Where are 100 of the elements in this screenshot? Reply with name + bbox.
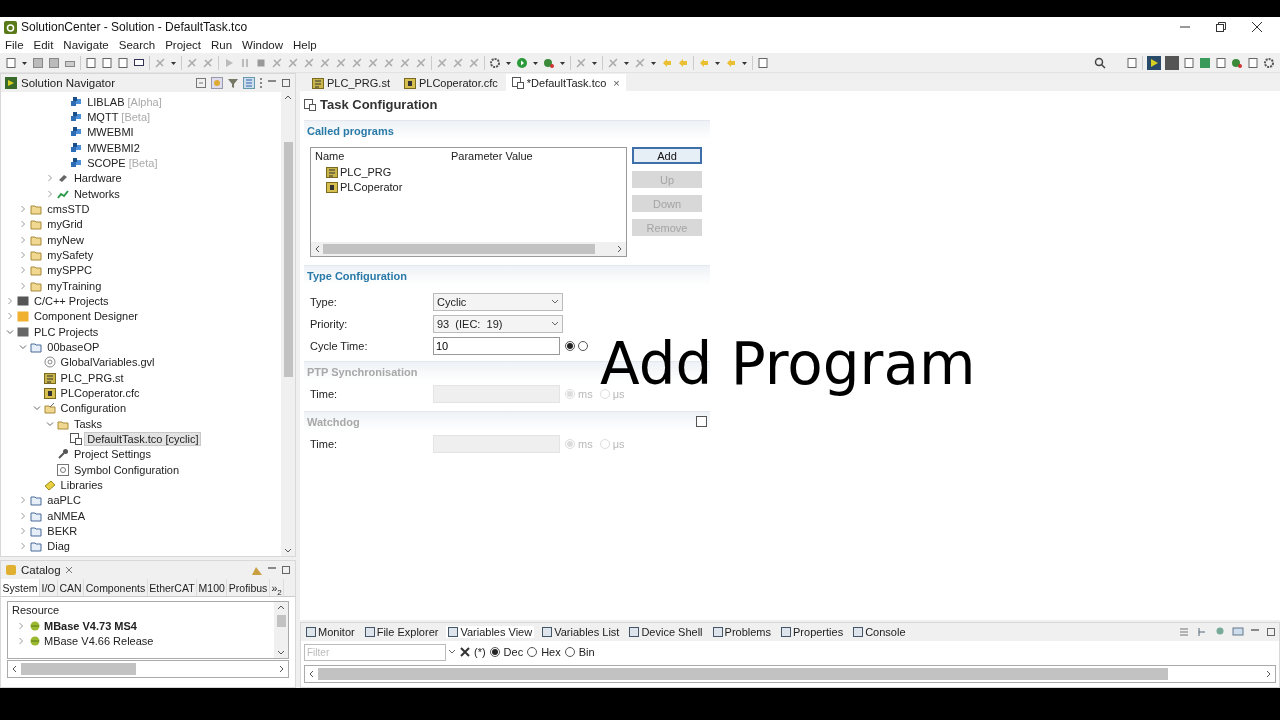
restore-icon[interactable] (1216, 22, 1226, 32)
scroll-thumb[interactable] (276, 615, 286, 627)
editor-tab[interactable]: *DefaultTask.tco × (505, 74, 626, 91)
radio-button[interactable] (578, 341, 588, 351)
tab[interactable]: Profibus (227, 579, 270, 596)
scroll-thumb[interactable] (323, 244, 595, 254)
radio-button[interactable] (489, 647, 500, 657)
view-tab[interactable]: Monitor (304, 626, 357, 638)
scrollbar[interactable] (281, 92, 295, 556)
document-icon[interactable] (101, 56, 113, 69)
tree-item[interactable]: Networks (70, 186, 123, 201)
tree-item[interactable]: DefaultTask.tco [cyclic] (84, 431, 202, 446)
tab[interactable]: EtherCAT (147, 579, 198, 596)
tree-item[interactable]: MQTT [Beta] (84, 110, 154, 124)
search-icon[interactable] (1094, 56, 1106, 69)
radio-button[interactable] (565, 341, 575, 351)
tab[interactable]: CAN (58, 579, 85, 596)
document-icon[interactable] (1215, 56, 1227, 69)
gear-icon[interactable] (489, 56, 501, 69)
document-icon[interactable] (5, 56, 17, 69)
list-icon[interactable] (243, 77, 255, 89)
menu-item[interactable]: Navigate (63, 39, 109, 51)
tree-item[interactable]: myGrid (44, 217, 86, 232)
view-tab[interactable]: File Explorer (362, 626, 441, 638)
document-icon[interactable] (757, 56, 769, 69)
view-tab[interactable]: Properties (779, 626, 846, 638)
tree-item[interactable]: MWEBMI (84, 125, 137, 140)
tree-item[interactable]: SCOPE [Beta] (84, 155, 161, 170)
editor-tab[interactable]: PLC_PRG.st (306, 74, 396, 91)
tree-item[interactable]: 00baseOP (44, 339, 103, 354)
menu-item[interactable]: Run (211, 39, 233, 51)
menu-item[interactable]: Project (165, 39, 201, 51)
gear-icon[interactable] (1263, 56, 1275, 69)
tree-item[interactable]: PLC Projects (31, 324, 102, 339)
tree-item[interactable]: GlobalVariables.gvl (57, 355, 158, 370)
tree-item[interactable]: MWEBMI2 (84, 140, 143, 155)
list-item[interactable]: MBase V4.66 Release (44, 635, 154, 648)
tree-item[interactable]: aaPLC (44, 493, 84, 508)
tree-item[interactable]: Libraries (57, 477, 106, 492)
radio-button[interactable] (527, 647, 538, 657)
tree-item[interactable]: PLCoperator.cfc (57, 385, 143, 400)
tree-item[interactable]: Hardware (70, 171, 125, 186)
action-button[interactable]: Add (632, 147, 702, 164)
tree-item[interactable]: mySPPC (44, 263, 95, 278)
menu-item[interactable]: Window (242, 39, 283, 51)
bug-icon[interactable] (543, 56, 555, 69)
menu-item[interactable]: Search (118, 39, 156, 51)
all-marker[interactable]: (*) (474, 646, 486, 658)
scrollbar[interactable] (7, 660, 289, 678)
document-icon[interactable] (117, 56, 129, 69)
list-item[interactable]: PLCoperator (340, 181, 403, 194)
scroll-thumb[interactable] (318, 668, 1168, 680)
menu-item[interactable]: Help (293, 39, 317, 51)
view-tab[interactable]: Problems (710, 626, 773, 638)
menu-item[interactable]: Edit (33, 39, 54, 51)
priority-dropdown[interactable]: 93 (IEC: 19) (433, 315, 563, 333)
tree-item[interactable]: LIBLAB [Alpha] (84, 94, 165, 109)
tab[interactable]: I/O (40, 579, 59, 596)
tree-item[interactable]: myNew (44, 232, 87, 247)
tree-item[interactable]: Tasks (70, 416, 105, 431)
maximize-icon[interactable] (281, 77, 291, 89)
tree-item[interactable]: myTraining (44, 278, 105, 293)
tree-item[interactable]: Configuration (57, 401, 130, 416)
radio-button[interactable] (564, 647, 575, 657)
document-icon[interactable] (1183, 56, 1195, 69)
scrollbar[interactable] (304, 665, 1276, 683)
scrollbar[interactable] (311, 242, 626, 256)
expand-icon[interactable] (16, 636, 26, 647)
editor-tab[interactable]: PLCoperator.cfc (397, 74, 504, 91)
tree-item[interactable]: Component Designer (31, 309, 141, 324)
type-dropdown[interactable]: Cyclic (433, 293, 563, 311)
tab[interactable]: Components (84, 579, 148, 596)
view-tab[interactable]: Variables List (540, 626, 622, 638)
pause-icon[interactable] (239, 56, 251, 69)
tree-item[interactable]: mySafety (44, 247, 97, 262)
scrollbar[interactable] (274, 602, 288, 658)
run-icon[interactable] (516, 56, 528, 69)
tree-item[interactable]: aNMEA (44, 508, 89, 523)
tree-item[interactable]: Project Settings (70, 447, 154, 462)
view-tab[interactable]: Variables View (446, 626, 535, 638)
tree-item[interactable]: C/C++ Projects (31, 293, 112, 308)
scroll-thumb[interactable] (21, 663, 136, 675)
tree-item[interactable]: BEKR (44, 523, 81, 538)
bug-icon[interactable] (1231, 56, 1243, 69)
maximize-icon[interactable] (281, 564, 291, 576)
tab[interactable]: System (1, 579, 40, 596)
tree-item[interactable]: Diag (44, 539, 73, 554)
filter-icon[interactable] (227, 77, 239, 89)
list-item[interactable]: PLC_PRG (340, 165, 392, 178)
filter-field[interactable]: Filter (304, 643, 446, 661)
expand-icon[interactable] (5, 295, 15, 306)
list-item[interactable]: MBase V4.73 MS4 (44, 619, 137, 632)
perspective-icon[interactable] (1147, 55, 1161, 70)
close-tab-icon[interactable]: × (613, 76, 620, 89)
menu-icon[interactable] (259, 77, 263, 89)
clear-icon[interactable] (460, 647, 470, 657)
document-icon[interactable] (1126, 56, 1138, 69)
tree-item[interactable]: PLC_PRG.st (57, 370, 127, 385)
tree-item[interactable]: Symbol Configuration (70, 462, 183, 477)
expand-icon[interactable] (16, 620, 26, 631)
